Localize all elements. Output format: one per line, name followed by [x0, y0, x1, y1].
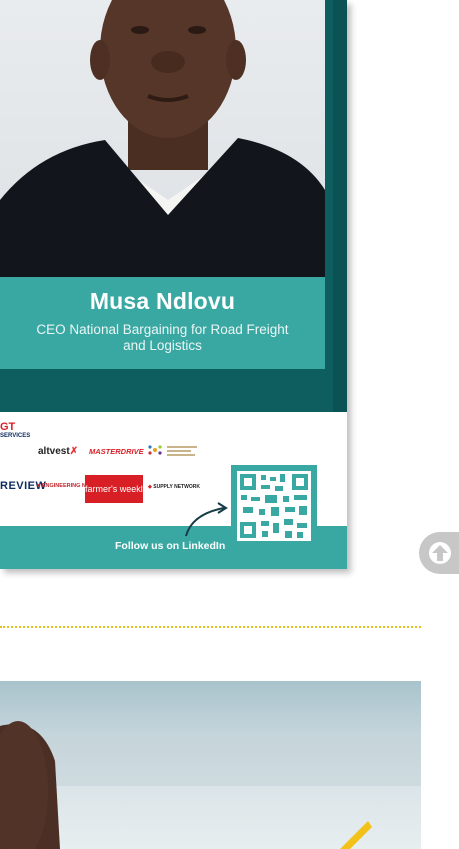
article-image[interactable]	[0, 681, 421, 849]
poster-frame-band	[333, 0, 347, 412]
curved-arrow-icon	[180, 500, 232, 545]
arrow-up-icon	[429, 542, 451, 564]
qr-code-icon[interactable]	[231, 465, 317, 547]
logo-supply-network: ◆ SUPPLY NETWORK	[148, 484, 200, 490]
logo-farmers-weekly: farmer's weekly	[85, 475, 147, 503]
speaker-name: Musa Ndlovu	[89, 288, 236, 314]
scroll-to-top-button[interactable]	[419, 532, 459, 574]
speaker-role: CEO National Bargaining for Road Freight…	[36, 322, 289, 353]
logo-masterdrive: MASTERDRIVE	[89, 447, 144, 456]
speaker-photo	[0, 0, 325, 277]
logo-logistics-institute	[147, 442, 199, 463]
section-divider	[0, 626, 421, 628]
logo-services: GT SERVICES	[0, 421, 31, 440]
follow-linkedin-text[interactable]: Follow us on LinkedIn	[115, 540, 225, 552]
logo-altvest: altvest✗	[38, 446, 79, 457]
name-panel: Musa Ndlovu CEO National Bargaining for …	[0, 277, 325, 369]
